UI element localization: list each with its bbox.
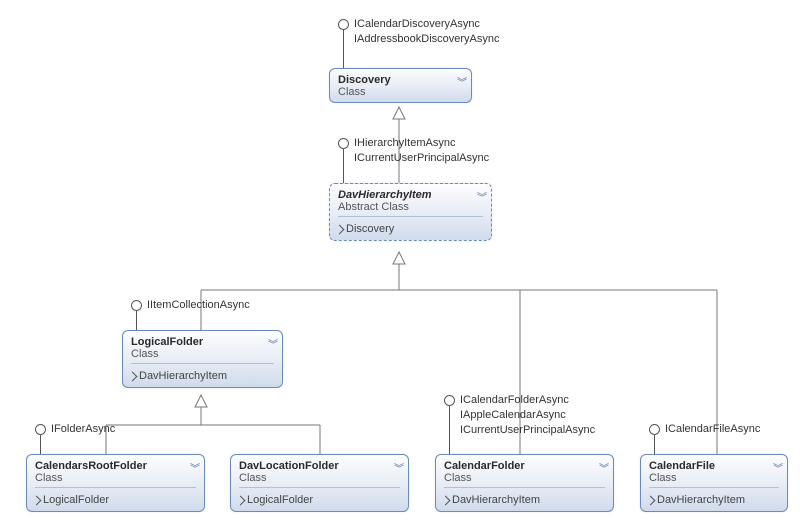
class-kind: Abstract Class xyxy=(338,201,483,213)
chevrons-icon[interactable]: ︾ xyxy=(773,460,781,475)
lollipop-icon xyxy=(338,138,349,149)
class-calendarsrootfolder[interactable]: CalendarsRootFolder ︾ Class LogicalFolde… xyxy=(26,454,205,512)
interface-label: IItemCollectionAsync xyxy=(147,299,250,311)
class-kind: Class xyxy=(649,472,779,484)
class-davhierarchyitem[interactable]: DavHierarchyItem ︾ Abstract Class Discov… xyxy=(329,183,492,241)
lollipop-icon xyxy=(338,19,349,30)
class-title: CalendarFolder xyxy=(444,460,525,472)
chevrons-icon[interactable]: ︾ xyxy=(477,189,485,204)
lollipop-icon xyxy=(444,395,455,406)
lollipop-stem xyxy=(343,149,344,183)
class-title: LogicalFolder xyxy=(131,336,203,348)
class-title: CalendarsRootFolder xyxy=(35,460,147,472)
interface-label: IAppleCalendarAsync xyxy=(460,409,566,421)
interface-label: IFolderAsync xyxy=(51,423,115,435)
class-logicalfolder[interactable]: LogicalFolder ︾ Class DavHierarchyItem xyxy=(122,330,283,388)
class-kind: Class xyxy=(239,472,400,484)
class-title: DavLocationFolder xyxy=(239,460,339,472)
interface-label: IHierarchyItemAsync xyxy=(354,137,455,149)
class-inherits: DavHierarchyItem xyxy=(641,492,787,511)
lollipop-icon xyxy=(35,424,46,435)
class-discovery[interactable]: Discovery ︾ Class xyxy=(329,68,472,103)
chevrons-icon[interactable]: ︾ xyxy=(394,460,402,475)
class-title: CalendarFile xyxy=(649,460,715,472)
interface-label: ICurrentUserPrincipalAsync xyxy=(354,152,489,164)
class-inherits: LogicalFolder xyxy=(27,492,204,511)
lollipop-stem xyxy=(40,435,41,454)
chevrons-icon[interactable]: ︾ xyxy=(268,336,276,351)
chevrons-icon[interactable]: ︾ xyxy=(190,460,198,475)
class-inherits: LogicalFolder xyxy=(231,492,408,511)
interface-label: ICalendarFileAsync xyxy=(665,423,760,435)
class-calendarfolder[interactable]: CalendarFolder ︾ Class DavHierarchyItem xyxy=(435,454,614,512)
lollipop-stem xyxy=(654,435,655,454)
interface-label: ICalendarFolderAsync xyxy=(460,394,569,406)
interface-label: ICurrentUserPrincipalAsync xyxy=(460,424,595,436)
lollipop-icon xyxy=(649,424,660,435)
chevrons-icon[interactable]: ︾ xyxy=(599,460,607,475)
interface-label: ICalendarDiscoveryAsync xyxy=(354,18,480,30)
lollipop-stem xyxy=(136,311,137,330)
class-calendarfile[interactable]: CalendarFile ︾ Class DavHierarchyItem xyxy=(640,454,788,512)
class-kind: Class xyxy=(131,348,274,360)
class-title: DavHierarchyItem xyxy=(338,189,432,201)
class-inherits: Discovery xyxy=(330,221,491,240)
lollipop-stem xyxy=(449,406,450,454)
class-title: Discovery xyxy=(338,74,391,86)
lollipop-stem xyxy=(343,30,344,68)
class-inherits: DavHierarchyItem xyxy=(123,368,282,387)
class-inherits: DavHierarchyItem xyxy=(436,492,613,511)
class-davlocationfolder[interactable]: DavLocationFolder ︾ Class LogicalFolder xyxy=(230,454,409,512)
lollipop-icon xyxy=(131,300,142,311)
class-kind: Class xyxy=(444,472,605,484)
interface-label: IAddressbookDiscoveryAsync xyxy=(354,33,500,45)
class-kind: Class xyxy=(338,86,463,98)
class-kind: Class xyxy=(35,472,196,484)
chevrons-icon[interactable]: ︾ xyxy=(457,74,465,89)
